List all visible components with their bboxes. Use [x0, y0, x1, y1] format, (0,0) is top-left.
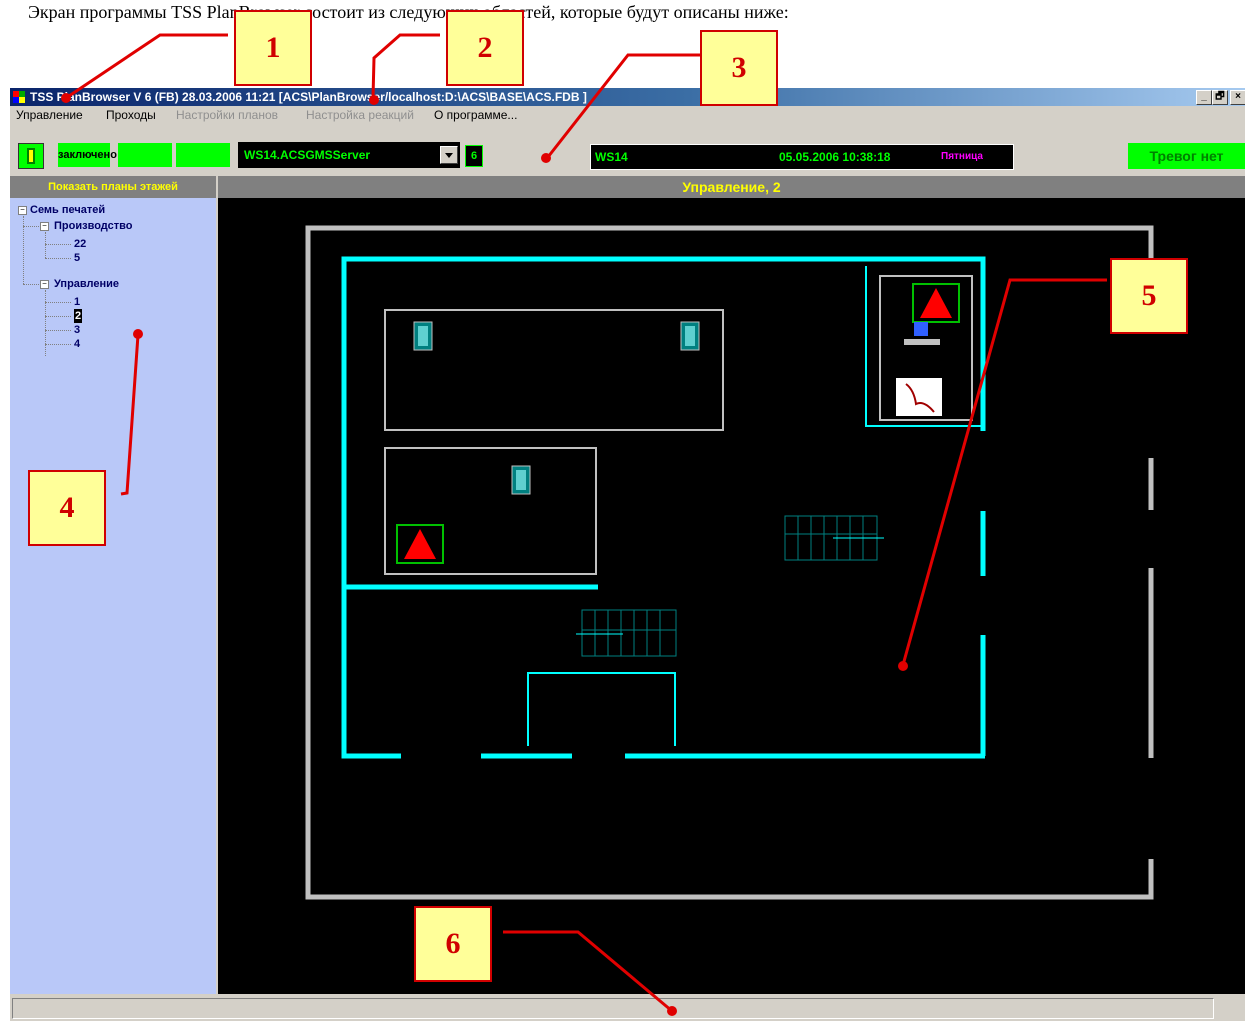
callout-2: 2 [446, 10, 524, 86]
callout-1: 1 [234, 10, 312, 86]
callout-6: 6 [414, 906, 492, 982]
callout-5: 5 [1110, 258, 1188, 334]
callout-4: 4 [28, 470, 106, 546]
callout-3: 3 [700, 30, 778, 106]
annotation-overlay [61, 33, 1107, 1016]
